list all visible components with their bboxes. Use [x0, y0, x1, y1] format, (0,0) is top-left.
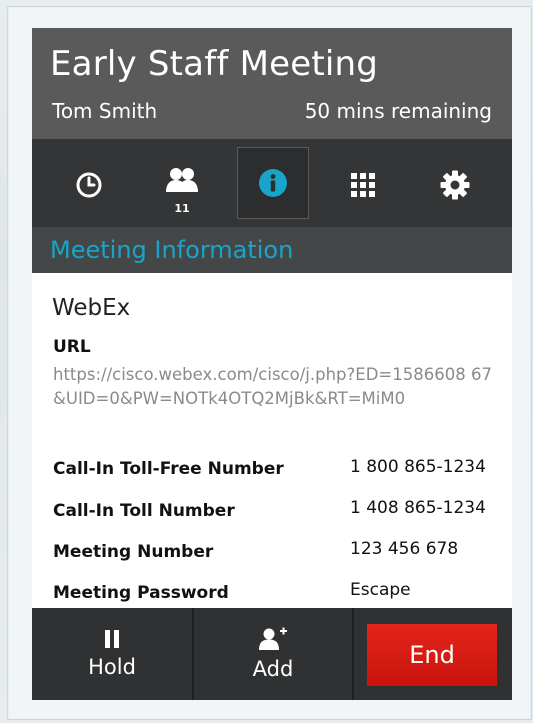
time-remaining: 50 mins remaining — [304, 99, 492, 123]
meeting-number-label: Meeting Number — [53, 542, 214, 562]
section-title: Meeting Information — [50, 236, 294, 264]
settings-tab[interactable] — [420, 150, 490, 220]
url-label: URL — [53, 337, 91, 357]
participant-count: 11 — [174, 202, 190, 215]
toll-free-label: Call-In Toll-Free Number — [53, 459, 284, 479]
info-tab[interactable] — [237, 147, 309, 219]
meeting-info-content: WebEx URL https://cisco.webex.com/cisco/… — [32, 273, 512, 608]
meeting-panel: Early Staff Meeting Tom Smith 50 mins re… — [32, 28, 512, 700]
clock-icon — [76, 172, 102, 198]
info-icon — [259, 169, 287, 197]
section-header: Meeting Information — [32, 227, 512, 273]
keypad-icon — [351, 173, 375, 197]
meeting-number-value: 123 456 678 — [350, 539, 459, 559]
meeting-header: Early Staff Meeting Tom Smith 50 mins re… — [32, 28, 512, 139]
hold-label: Hold — [88, 655, 136, 679]
meeting-password-label: Meeting Password — [53, 583, 229, 603]
provider-name: WebEx — [52, 295, 131, 321]
caller-name: Tom Smith — [52, 99, 158, 123]
call-controls: Hold Add End — [32, 608, 512, 700]
pause-icon — [105, 630, 119, 648]
keypad-tab[interactable] — [328, 150, 398, 220]
meeting-url[interactable]: https://cisco.webex.com/cisco/j.php?ED=1… — [53, 363, 493, 411]
toll-free-value: 1 800 865-1234 — [350, 457, 486, 477]
divider — [352, 608, 354, 700]
hold-button[interactable]: Hold — [32, 608, 192, 700]
meeting-password-value: Escape — [350, 580, 411, 600]
add-person-icon — [259, 627, 287, 650]
add-label: Add — [252, 657, 294, 681]
toll-label: Call-In Toll Number — [53, 501, 235, 521]
participants-icon — [166, 168, 198, 192]
end-call-button[interactable]: End — [367, 624, 497, 686]
gear-icon — [440, 170, 470, 200]
meeting-title: Early Staff Meeting — [50, 44, 379, 84]
add-participant-button[interactable]: Add — [194, 608, 352, 700]
participants-tab[interactable]: 11 — [147, 150, 217, 220]
toll-value: 1 408 865-1234 — [350, 498, 486, 518]
history-tab[interactable] — [54, 150, 124, 220]
